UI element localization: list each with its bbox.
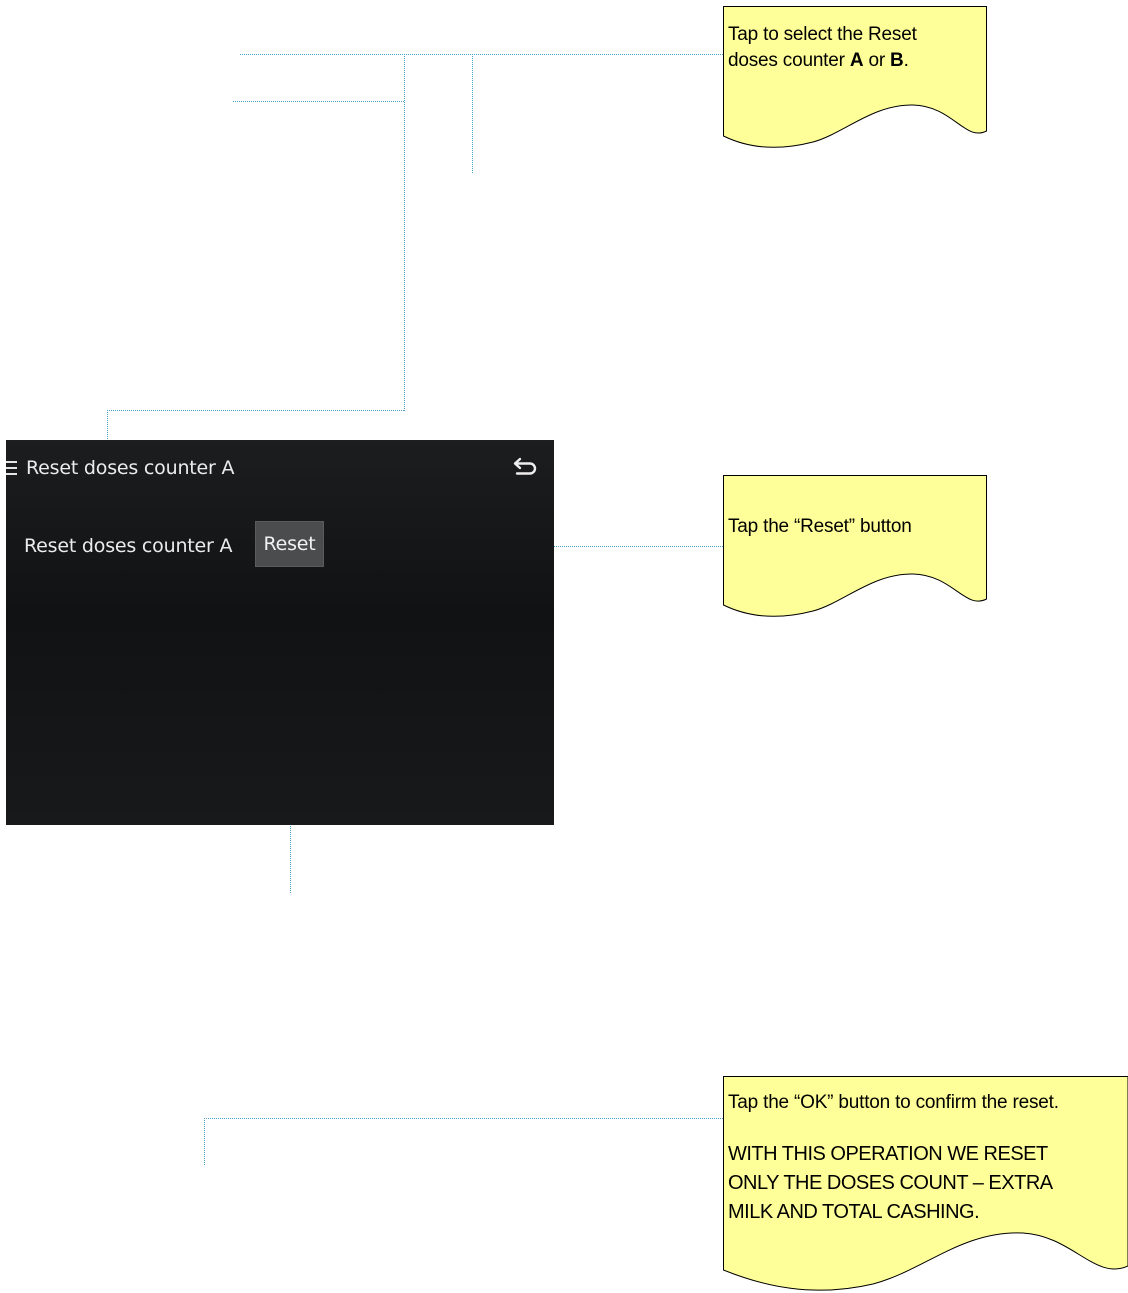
- note-tap-reset-text: Tap the “Reset” button: [728, 516, 912, 537]
- note-tap-reset: Tap the “Reset” button: [723, 475, 988, 621]
- back-arrow-icon[interactable]: [512, 456, 538, 478]
- note-warning-line-2: ONLY THE DOSES COUNT – EXTRA: [728, 1172, 1053, 1194]
- screen-title: Reset doses counter A: [26, 457, 235, 479]
- note-text-fragment: or: [863, 50, 891, 71]
- note-warning-line-3: MILK AND TOTAL CASHING.: [728, 1201, 980, 1223]
- counter-b-bold: B: [890, 50, 904, 71]
- hamburger-menu-icon[interactable]: [6, 461, 17, 475]
- note-select-counter-line-1: Tap to select the Reset: [728, 24, 917, 45]
- note-confirm-reset: Tap the “OK” button to confirm the reset…: [723, 1076, 1128, 1293]
- device-screen: Reset doses counter A Reset doses counte…: [6, 440, 554, 825]
- note-confirm-line-1: Tap the “OK” button to confirm the reset…: [728, 1092, 1059, 1113]
- reset-button[interactable]: Reset: [255, 521, 324, 567]
- note-text-fragment: doses counter: [728, 50, 850, 71]
- note-select-counter-line-2: doses counter A or B.: [728, 48, 909, 74]
- note-select-counter: Tap to select the Reset doses counter A …: [723, 6, 988, 152]
- note-text-fragment: .: [903, 50, 909, 71]
- note-warning-line-1: WITH THIS OPERATION WE RESET: [728, 1143, 1048, 1165]
- reset-counter-label: Reset doses counter A: [24, 535, 233, 557]
- counter-a-bold: A: [849, 50, 864, 71]
